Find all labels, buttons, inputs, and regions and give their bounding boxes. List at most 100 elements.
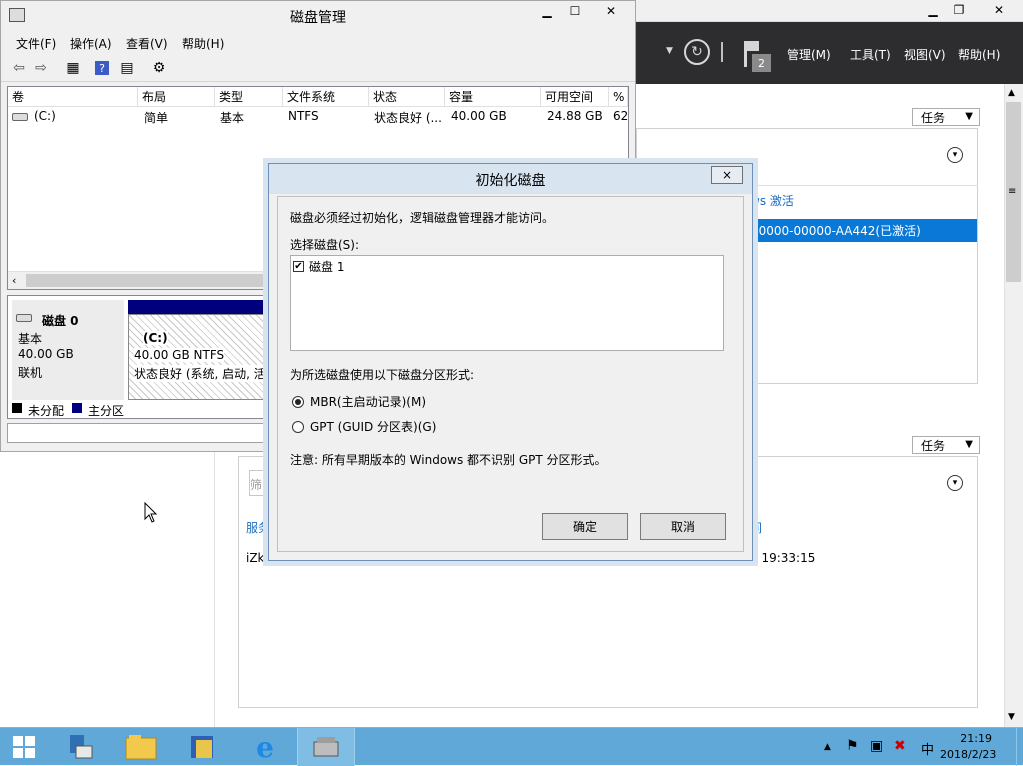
menu-view[interactable]: 视图(V) [904,46,946,63]
flag-cloth [747,41,759,51]
tasks-label-2: 任务 [921,438,946,453]
properties-icon[interactable]: ▤ [118,59,136,77]
scroll-down-icon[interactable]: ▼ [1008,712,1015,722]
col-type[interactable]: 类型 [215,87,283,107]
disk-settings-icon[interactable]: ⚙ [150,59,168,77]
chevron-down-icon: ▼ [965,111,973,122]
expand-icon[interactable]: ▾ [947,147,963,163]
ok-button[interactable]: 确定 [542,513,628,540]
mbr-label: MBR(主启动记录)(M) [310,395,427,409]
list-item[interactable]: ✔ 磁盘 1 [293,258,344,275]
partition-style-label: 为所选磁盘使用以下磁盘分区形式: [290,368,475,382]
toolbar: ⇦ ⇨ ▦ ? ▤ ⚙ [1,54,635,82]
grip-icon: ≡ [1008,186,1017,197]
radio-dot [295,398,301,405]
powershell-icon [191,736,213,758]
partition-status: 状态良好 (系统, 启动, 活动 [134,365,278,382]
drive-icon [12,113,28,121]
initialize-disk-dialog: 初始化磁盘 × 磁盘必须经过初始化，逻辑磁盘管理器才能访问。 选择磁盘(S): … [268,163,753,561]
services-link[interactable]: 服务 [246,519,270,536]
menu-tools[interactable]: 工具(T) [850,46,891,63]
mouse-cursor-icon [144,501,158,527]
taskbar-server-manager[interactable] [50,728,108,766]
menu-help[interactable]: 帮助(H) [958,46,1000,63]
disk-name: 磁盘 0 [42,314,79,328]
col-layout[interactable]: 布局 [138,87,215,107]
activation-link[interactable]: ws 激活 [750,192,794,209]
menu-file[interactable]: 文件(F) [16,35,56,52]
server-manager-header: ▼ ↻ 2 管理(M) 工具(T) 视图(V) 帮助(H) [636,22,1023,84]
disk-0-label[interactable]: 磁盘 0 基本 40.00 GB 联机 [12,300,124,400]
disk-state: 联机 [18,366,43,380]
scrollbar-thumb[interactable] [26,274,276,287]
legend-unallocated: 未分配 [28,404,65,418]
clock-date[interactable]: 2018/2/23 [940,748,996,761]
menu-action[interactable]: 操作(A) [70,35,112,52]
col-percent[interactable]: % [609,87,628,107]
scroll-up-icon[interactable]: ▲ [1008,88,1015,98]
show-desktop-button[interactable] [1016,728,1023,766]
restore-icon[interactable]: ❐ [942,0,976,20]
menu-manage[interactable]: 管理(M) [787,46,831,63]
menu-view[interactable]: 查看(V) [126,35,168,52]
col-status[interactable]: 状态 [369,87,445,107]
cell-volume: (C:) [34,109,56,123]
mbr-option[interactable]: MBR(主启动记录)(M) [292,393,426,410]
product-id-row[interactable]: 50000-00000-AA442(已激活) [745,219,977,242]
folder-icon [125,735,157,760]
cell-free-space: 24.88 GB [547,109,603,123]
clock-time[interactable]: 21:19 [940,732,992,745]
volume-muted-icon[interactable]: ✖ [894,738,906,754]
scroll-left-icon[interactable]: ‹ [12,274,16,287]
tray-expand-icon[interactable]: ▲ [824,742,831,752]
disk-listbox[interactable]: ✔ 磁盘 1 [290,255,724,351]
col-volume[interactable]: 卷 [8,87,138,107]
dialog-titlebar: 初始化磁盘 × [269,164,752,194]
expand-icon-2[interactable]: ▾ [947,475,963,491]
tasks-button-bottom[interactable]: 任务 ▼ [912,436,980,454]
help-icon[interactable]: ? [95,61,109,75]
nav-divider [214,452,215,727]
tasks-label: 任务 [921,110,946,125]
select-disk-label: 选择磁盘(S): [290,238,360,252]
cancel-button[interactable]: 取消 [640,513,726,540]
server-manager-titlebar: ▁ ❐ ✕ [636,0,1023,22]
gpt-radio[interactable] [292,420,304,433]
col-capacity[interactable]: 容量 [445,87,541,107]
start-button[interactable] [0,728,48,766]
legend-primary: 主分区 [88,404,125,418]
back-arrow-icon[interactable]: ⇦ [10,59,28,77]
ime-indicator[interactable]: 中 [921,739,934,758]
action-center-flag-icon[interactable]: ⚑ [846,738,859,754]
cell-type: 基本 [220,111,245,125]
col-filesystem[interactable]: 文件系统 [283,87,369,107]
dialog-intro-text: 磁盘必须经过初始化，逻辑磁盘管理器才能访问。 [290,211,555,225]
taskbar-powershell[interactable] [174,728,232,766]
close-icon[interactable]: ✕ [589,1,633,21]
close-icon[interactable]: ✕ [976,0,1022,20]
console-tree-icon[interactable]: ▦ [64,59,82,77]
taskbar-disk-management[interactable] [297,728,355,766]
close-icon[interactable]: × [711,166,743,184]
tasks-button-top[interactable]: 任务 ▼ [912,108,980,126]
disk-1-checkbox[interactable]: ✔ [293,261,304,272]
maximize-icon[interactable]: ☐ [561,1,589,21]
minimize-button[interactable]: ▁ [533,1,561,21]
gpt-option[interactable]: GPT (GUID 分区表)(G) [292,418,436,435]
refresh-icon[interactable]: ↻ [684,39,710,65]
menu-help[interactable]: 帮助(H) [182,35,224,52]
partition-c[interactable]: (C:) 40.00 GB NTFS 状态良好 (系统, 启动, 活动 [128,314,278,400]
taskbar-file-explorer[interactable] [112,728,170,766]
windows-logo-icon [13,736,35,758]
disk-icon [16,314,32,322]
cell-capacity: 40.00 GB [451,109,507,123]
disk-management-icon [313,737,339,757]
mbr-radio[interactable] [292,395,304,408]
dropdown-arrow-icon[interactable]: ▼ [666,46,673,56]
col-free-space[interactable]: 可用空间 [541,87,609,107]
notification-count-badge: 2 [752,54,771,72]
network-icon[interactable]: ▣ [870,738,883,754]
dialog-title: 初始化磁盘 [475,173,546,189]
taskbar-internet-explorer[interactable]: e [236,728,294,766]
forward-arrow-icon[interactable]: ⇨ [32,59,50,77]
